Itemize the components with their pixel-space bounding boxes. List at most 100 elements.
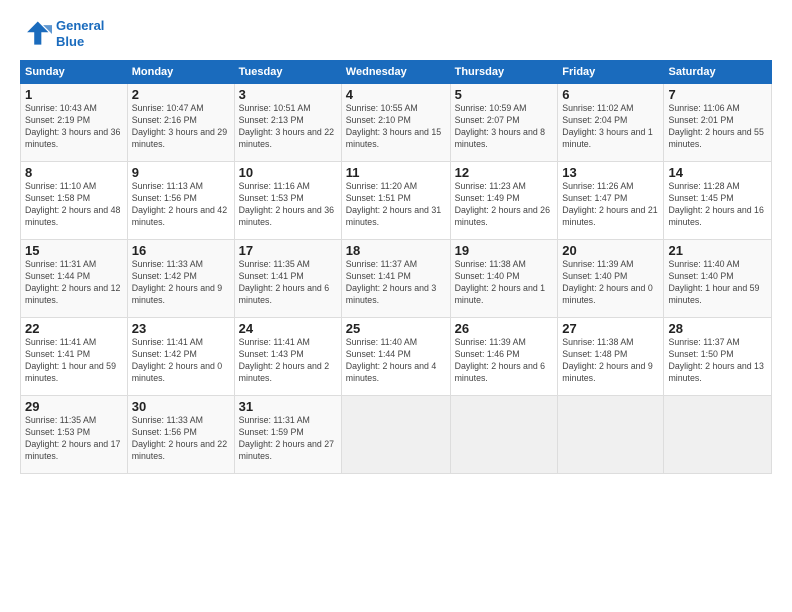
day-info: Sunrise: 11:31 AM Sunset: 1:44 PM Daylig… (25, 259, 123, 307)
day-of-week-header: Tuesday (234, 61, 341, 84)
calendar-cell: 6 Sunrise: 11:02 AM Sunset: 2:04 PM Dayl… (558, 84, 664, 162)
day-number: 20 (562, 243, 659, 258)
day-info: Sunrise: 11:37 AM Sunset: 1:50 PM Daylig… (668, 337, 767, 385)
day-number: 15 (25, 243, 123, 258)
calendar-cell: 22 Sunrise: 11:41 AM Sunset: 1:41 PM Day… (21, 318, 128, 396)
calendar-cell: 10 Sunrise: 11:16 AM Sunset: 1:53 PM Day… (234, 162, 341, 240)
calendar-cell: 17 Sunrise: 11:35 AM Sunset: 1:41 PM Day… (234, 240, 341, 318)
calendar-cell: 4 Sunrise: 10:55 AM Sunset: 2:10 PM Dayl… (341, 84, 450, 162)
day-of-week-header: Monday (127, 61, 234, 84)
calendar-cell (664, 396, 772, 474)
day-number: 21 (668, 243, 767, 258)
day-number: 30 (132, 399, 230, 414)
calendar-cell: 15 Sunrise: 11:31 AM Sunset: 1:44 PM Day… (21, 240, 128, 318)
calendar-cell: 21 Sunrise: 11:40 AM Sunset: 1:40 PM Day… (664, 240, 772, 318)
day-info: Sunrise: 11:20 AM Sunset: 1:51 PM Daylig… (346, 181, 446, 229)
day-number: 29 (25, 399, 123, 414)
calendar-cell: 3 Sunrise: 10:51 AM Sunset: 2:13 PM Dayl… (234, 84, 341, 162)
day-number: 2 (132, 87, 230, 102)
day-info: Sunrise: 11:33 AM Sunset: 1:42 PM Daylig… (132, 259, 230, 307)
day-info: Sunrise: 10:43 AM Sunset: 2:19 PM Daylig… (25, 103, 123, 151)
day-of-week-header: Friday (558, 61, 664, 84)
day-number: 26 (455, 321, 554, 336)
day-info: Sunrise: 11:31 AM Sunset: 1:59 PM Daylig… (239, 415, 337, 463)
day-number: 3 (239, 87, 337, 102)
day-number: 5 (455, 87, 554, 102)
day-number: 23 (132, 321, 230, 336)
calendar-cell: 1 Sunrise: 10:43 AM Sunset: 2:19 PM Dayl… (21, 84, 128, 162)
day-info: Sunrise: 10:51 AM Sunset: 2:13 PM Daylig… (239, 103, 337, 151)
day-number: 9 (132, 165, 230, 180)
calendar-cell: 7 Sunrise: 11:06 AM Sunset: 2:01 PM Dayl… (664, 84, 772, 162)
calendar-cell: 5 Sunrise: 10:59 AM Sunset: 2:07 PM Dayl… (450, 84, 558, 162)
calendar-cell: 11 Sunrise: 11:20 AM Sunset: 1:51 PM Day… (341, 162, 450, 240)
calendar-cell: 8 Sunrise: 11:10 AM Sunset: 1:58 PM Dayl… (21, 162, 128, 240)
day-number: 18 (346, 243, 446, 258)
calendar-cell: 31 Sunrise: 11:31 AM Sunset: 1:59 PM Day… (234, 396, 341, 474)
day-info: Sunrise: 11:41 AM Sunset: 1:41 PM Daylig… (25, 337, 123, 385)
day-number: 1 (25, 87, 123, 102)
calendar-cell: 26 Sunrise: 11:39 AM Sunset: 1:46 PM Day… (450, 318, 558, 396)
day-info: Sunrise: 11:23 AM Sunset: 1:49 PM Daylig… (455, 181, 554, 229)
day-info: Sunrise: 11:13 AM Sunset: 1:56 PM Daylig… (132, 181, 230, 229)
day-number: 28 (668, 321, 767, 336)
calendar-cell: 18 Sunrise: 11:37 AM Sunset: 1:41 PM Day… (341, 240, 450, 318)
calendar-cell: 9 Sunrise: 11:13 AM Sunset: 1:56 PM Dayl… (127, 162, 234, 240)
calendar-cell: 16 Sunrise: 11:33 AM Sunset: 1:42 PM Day… (127, 240, 234, 318)
day-number: 27 (562, 321, 659, 336)
day-info: Sunrise: 11:40 AM Sunset: 1:40 PM Daylig… (668, 259, 767, 307)
day-number: 17 (239, 243, 337, 258)
day-number: 16 (132, 243, 230, 258)
day-number: 12 (455, 165, 554, 180)
day-info: Sunrise: 11:26 AM Sunset: 1:47 PM Daylig… (562, 181, 659, 229)
day-number: 24 (239, 321, 337, 336)
calendar-cell: 28 Sunrise: 11:37 AM Sunset: 1:50 PM Day… (664, 318, 772, 396)
day-number: 14 (668, 165, 767, 180)
day-of-week-header: Saturday (664, 61, 772, 84)
calendar-cell: 2 Sunrise: 10:47 AM Sunset: 2:16 PM Dayl… (127, 84, 234, 162)
calendar-table: SundayMondayTuesdayWednesdayThursdayFrid… (20, 60, 772, 474)
day-info: Sunrise: 11:41 AM Sunset: 1:43 PM Daylig… (239, 337, 337, 385)
day-info: Sunrise: 11:38 AM Sunset: 1:40 PM Daylig… (455, 259, 554, 307)
calendar-cell: 14 Sunrise: 11:28 AM Sunset: 1:45 PM Day… (664, 162, 772, 240)
day-info: Sunrise: 11:39 AM Sunset: 1:40 PM Daylig… (562, 259, 659, 307)
day-info: Sunrise: 11:39 AM Sunset: 1:46 PM Daylig… (455, 337, 554, 385)
day-number: 7 (668, 87, 767, 102)
day-info: Sunrise: 11:16 AM Sunset: 1:53 PM Daylig… (239, 181, 337, 229)
calendar-cell: 30 Sunrise: 11:33 AM Sunset: 1:56 PM Day… (127, 396, 234, 474)
page-header: General Blue (20, 18, 772, 50)
day-info: Sunrise: 10:55 AM Sunset: 2:10 PM Daylig… (346, 103, 446, 151)
day-info: Sunrise: 11:35 AM Sunset: 1:53 PM Daylig… (25, 415, 123, 463)
calendar-cell: 13 Sunrise: 11:26 AM Sunset: 1:47 PM Day… (558, 162, 664, 240)
logo-text: General Blue (56, 18, 104, 49)
day-of-week-header: Sunday (21, 61, 128, 84)
day-of-week-header: Wednesday (341, 61, 450, 84)
calendar-cell (341, 396, 450, 474)
day-info: Sunrise: 11:37 AM Sunset: 1:41 PM Daylig… (346, 259, 446, 307)
logo: General Blue (20, 18, 104, 50)
calendar-cell: 12 Sunrise: 11:23 AM Sunset: 1:49 PM Day… (450, 162, 558, 240)
day-info: Sunrise: 11:06 AM Sunset: 2:01 PM Daylig… (668, 103, 767, 151)
day-number: 19 (455, 243, 554, 258)
day-info: Sunrise: 11:38 AM Sunset: 1:48 PM Daylig… (562, 337, 659, 385)
day-info: Sunrise: 11:10 AM Sunset: 1:58 PM Daylig… (25, 181, 123, 229)
day-info: Sunrise: 11:28 AM Sunset: 1:45 PM Daylig… (668, 181, 767, 229)
day-number: 6 (562, 87, 659, 102)
day-info: Sunrise: 10:59 AM Sunset: 2:07 PM Daylig… (455, 103, 554, 151)
day-number: 8 (25, 165, 123, 180)
day-number: 25 (346, 321, 446, 336)
day-info: Sunrise: 11:02 AM Sunset: 2:04 PM Daylig… (562, 103, 659, 151)
calendar-cell: 20 Sunrise: 11:39 AM Sunset: 1:40 PM Day… (558, 240, 664, 318)
calendar-cell: 23 Sunrise: 11:41 AM Sunset: 1:42 PM Day… (127, 318, 234, 396)
day-info: Sunrise: 11:40 AM Sunset: 1:44 PM Daylig… (346, 337, 446, 385)
calendar-cell: 19 Sunrise: 11:38 AM Sunset: 1:40 PM Day… (450, 240, 558, 318)
calendar-cell: 24 Sunrise: 11:41 AM Sunset: 1:43 PM Day… (234, 318, 341, 396)
calendar-cell: 27 Sunrise: 11:38 AM Sunset: 1:48 PM Day… (558, 318, 664, 396)
day-number: 13 (562, 165, 659, 180)
day-number: 4 (346, 87, 446, 102)
calendar-cell: 25 Sunrise: 11:40 AM Sunset: 1:44 PM Day… (341, 318, 450, 396)
day-number: 31 (239, 399, 337, 414)
day-info: Sunrise: 10:47 AM Sunset: 2:16 PM Daylig… (132, 103, 230, 151)
day-number: 22 (25, 321, 123, 336)
day-number: 11 (346, 165, 446, 180)
